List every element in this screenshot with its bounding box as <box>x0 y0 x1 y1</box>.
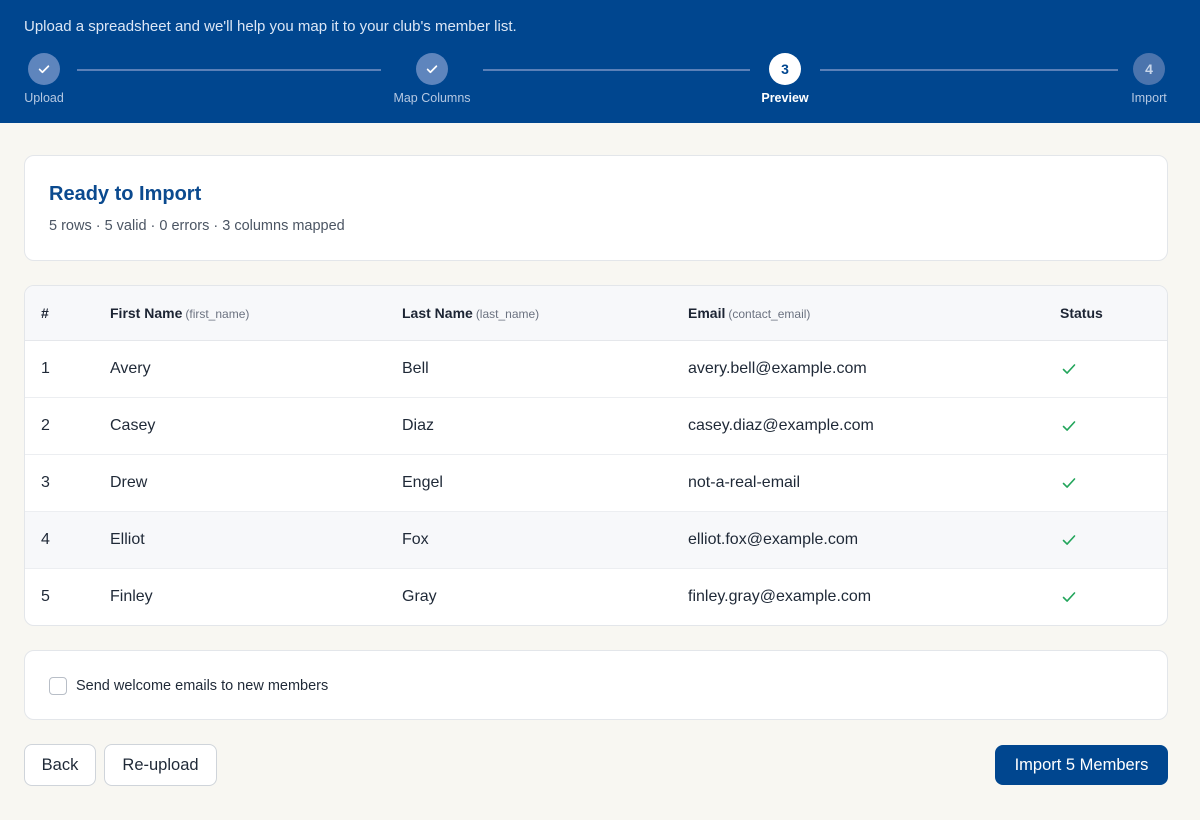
check-icon <box>1062 534 1076 545</box>
preview-table: # First Name (first_name) Last Name (last_… <box>25 286 1167 625</box>
column-header-first-name-field: (first_name) <box>185 306 250 321</box>
step-preview-number: 3 <box>769 53 801 85</box>
options-card: Send welcome emails to new members <box>24 650 1168 720</box>
cell-index: 4 <box>25 511 110 569</box>
cell-index: 2 <box>25 397 110 455</box>
column-header-first-name: First Name (first_name) <box>110 286 402 341</box>
table-row: 1 Avery Bell avery.bell@example.com <box>25 340 1167 398</box>
cell-email: elliot.fox@example.com <box>688 511 1060 569</box>
cell-index: 3 <box>25 454 110 512</box>
check-icon <box>1062 363 1076 374</box>
column-header-last-name: Last Name (last_name) <box>402 286 688 341</box>
welcome-email-checkbox[interactable] <box>49 677 67 695</box>
table-row: 3 Drew Engel not-a-real-email <box>25 454 1167 512</box>
check-icon <box>1062 591 1076 602</box>
cell-first-name: Casey <box>110 397 402 455</box>
column-header-email-field: (contact_email) <box>728 306 811 321</box>
welcome-email-option[interactable]: Send welcome emails to new members <box>49 677 328 695</box>
cell-status <box>1060 511 1167 569</box>
step-preview-label: Preview <box>761 91 809 105</box>
step-import: 4 Import <box>1099 53 1199 105</box>
summary-card: Ready to Import 5 rows · 5 valid · 0 err… <box>24 155 1168 261</box>
cell-first-name: Finley <box>110 587 153 605</box>
check-icon <box>1062 420 1076 431</box>
stepper: Upload Map Columns 3 Preview 4 Import <box>0 53 1200 113</box>
column-header-index-label: # <box>41 304 49 321</box>
check-icon <box>38 65 50 74</box>
column-header-index: # <box>25 286 110 341</box>
step-preview: 3 Preview <box>735 53 835 105</box>
cell-status <box>1060 340 1167 398</box>
cell-status <box>1060 454 1167 512</box>
step-connector-3 <box>820 69 1118 71</box>
summary-stats: 5 rows · 5 valid · 0 errors · 3 columns … <box>49 218 345 234</box>
wizard-header: Upload a spreadsheet and we'll help you … <box>0 0 1200 123</box>
step-upload-indicator <box>28 53 60 85</box>
step-upload[interactable]: Upload <box>0 53 94 105</box>
column-header-last-name-field: (last_name) <box>475 306 540 321</box>
table-row: 4 Elliot Fox elliot.fox@example.com <box>25 511 1167 569</box>
step-map-columns[interactable]: Map Columns <box>382 53 482 105</box>
table-header-row: # First Name (first_name) Last Name (last_… <box>25 286 1167 341</box>
cell-last-name: Gray <box>402 587 437 605</box>
cell-last-name: Engel <box>402 454 688 512</box>
cell-last-name: Fox <box>402 511 688 569</box>
step-import-label: Import <box>1131 91 1167 105</box>
step-map-columns-indicator <box>416 53 448 85</box>
column-header-first-name-label: First Name <box>110 304 183 321</box>
column-header-email: Email (contact_email) <box>688 286 1060 341</box>
reupload-button[interactable]: Re-upload <box>104 744 217 786</box>
header-subtitle: Upload a spreadsheet and we'll help you … <box>24 18 517 35</box>
table-row: 2 Casey Diaz casey.diaz@example.com <box>25 397 1167 455</box>
cell-email: casey.diaz@example.com <box>688 397 1060 455</box>
step-map-columns-label: Map Columns <box>393 91 471 105</box>
import-members-button[interactable]: Import 5 Members <box>995 745 1168 785</box>
cell-first-name: Avery <box>110 340 402 398</box>
cell-last-name: Bell <box>402 340 688 398</box>
cell-index: 5 <box>41 587 50 605</box>
column-header-status: Status <box>1060 286 1167 341</box>
table-row: 5 Finley Gray finley.gray@example.com <box>25 568 1167 625</box>
cell-email: avery.bell@example.com <box>688 340 1060 398</box>
cell-first-name: Drew <box>110 454 402 512</box>
cell-status <box>1060 397 1167 455</box>
cell-status <box>1060 568 1167 625</box>
check-icon <box>1062 477 1076 488</box>
cell-email: finley.gray@example.com <box>688 587 872 605</box>
step-upload-label: Upload <box>24 91 64 105</box>
step-connector-2 <box>483 69 750 71</box>
step-connector-1 <box>77 69 381 71</box>
summary-title: Ready to Import <box>49 183 202 205</box>
step-import-number: 4 <box>1133 53 1165 85</box>
column-header-status-label: Status <box>1060 304 1103 321</box>
cell-email: not-a-real-email <box>688 454 1060 512</box>
preview-table-card: # First Name (first_name) Last Name (last_… <box>24 285 1168 626</box>
column-header-last-name-label: Last Name <box>402 304 473 321</box>
cell-first-name: Elliot <box>110 511 402 569</box>
cell-last-name: Diaz <box>402 397 688 455</box>
column-header-email-label: Email <box>688 304 726 321</box>
cell-index: 1 <box>25 340 110 398</box>
back-button[interactable]: Back <box>24 744 96 786</box>
welcome-email-label: Send welcome emails to new members <box>76 678 329 694</box>
check-icon <box>426 65 438 74</box>
